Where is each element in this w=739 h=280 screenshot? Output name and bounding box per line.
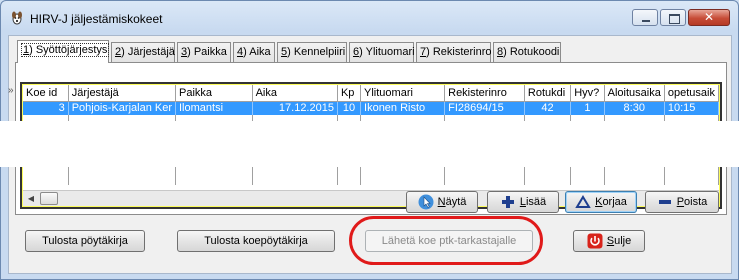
tulosta-poytakirja-label: Tulosta pöytäkirja <box>42 235 128 247</box>
korjaa-label: Korjaa <box>595 196 627 208</box>
col-header[interactable]: Rekisterinro <box>444 85 525 102</box>
label-rest: ulje <box>614 235 632 247</box>
col-header[interactable]: Paikka <box>175 85 253 102</box>
label-rest: isää <box>525 196 547 208</box>
triangle-icon <box>575 194 591 210</box>
tab-label: ) Rotukoodi <box>503 46 560 58</box>
tab-label: ) Paikka <box>187 46 227 58</box>
sulje-button[interactable]: Sulje <box>573 230 645 252</box>
cell-koe-id: 3 <box>23 101 69 115</box>
col-header[interactable]: Hyv? <box>570 85 605 102</box>
scroll-thumb[interactable] <box>40 192 58 205</box>
nayta-button[interactable]: Näytä <box>406 191 478 213</box>
col-header[interactable]: Koe id <box>23 85 69 102</box>
poista-button[interactable]: Poista <box>645 191 719 213</box>
cursor-icon <box>418 194 434 210</box>
tab-ylituomari[interactable]: 6) Ylituomari <box>349 42 415 62</box>
tab-syottojarjestys[interactable]: 1) Syöttöjärjestys <box>17 40 110 63</box>
close-icon: ✕ <box>703 10 715 24</box>
poista-label: Poista <box>677 196 708 208</box>
tab-paikka[interactable]: 3) Paikka <box>177 42 231 62</box>
tab-label: ) Aika <box>243 46 271 58</box>
hotkey: S <box>606 235 615 247</box>
tab-rotukoodi[interactable]: 8) Rotukoodi <box>493 42 561 62</box>
tab-jarjestaja[interactable]: 2) Järjestäjä <box>111 42 175 62</box>
minimize-icon <box>633 10 657 25</box>
tulosta-koepoytakirja-button[interactable]: Tulosta koepöytäkirja <box>177 230 335 252</box>
korjaa-button[interactable]: Korjaa <box>565 191 637 213</box>
cell-opetusaika: 10:15 <box>664 101 719 115</box>
tab-label: ) Kennelpiiri <box>287 46 346 58</box>
minimize-button[interactable] <box>632 9 658 26</box>
tab-label: ) Syöttöjärjestys <box>29 44 108 56</box>
cell-kp: 10 <box>337 101 362 115</box>
app-dog-icon <box>12 11 22 25</box>
col-header[interactable]: Aika <box>252 85 338 102</box>
cell-ylituomari: Ikonen Risto <box>360 101 446 115</box>
col-header[interactable]: Järjestäjä <box>68 85 177 102</box>
laheta-koe-button[interactable]: Lähetä koe ptk-tarkastajalle <box>365 230 533 252</box>
caption-buttons: ✕ <box>632 9 730 26</box>
lisaa-button[interactable]: Lisää <box>487 191 559 213</box>
cell-aloitusaika: 8:30 <box>604 101 665 115</box>
power-icon <box>587 233 603 249</box>
cell-paikka: Ilomantsi <box>175 101 253 115</box>
cell-hyv: 1 <box>570 101 605 115</box>
cell-aika: 17.12.2015 <box>252 101 338 115</box>
label-rest: oista <box>684 196 708 208</box>
col-header[interactable]: Ylituomari <box>360 85 446 102</box>
col-header[interactable]: Kp <box>337 85 362 102</box>
cell-rekisterinro: FI28694/15 <box>444 101 525 115</box>
lisaa-label: Lisää <box>520 196 546 208</box>
tab-kennelpiiri[interactable]: 5) Kennelpiiri <box>277 42 347 62</box>
col-header[interactable]: Rotukdi <box>524 85 572 102</box>
minus-icon <box>657 194 673 210</box>
tab-label: ) Rekisterinro <box>426 46 492 58</box>
maximize-icon <box>661 10 685 25</box>
label-rest: äytä <box>445 196 467 208</box>
title-bar[interactable]: HIRV-J jäljestämiskokeet ✕ <box>1 1 738 35</box>
hotkey: P <box>676 196 685 208</box>
grid-header-row: Koe id Järjestäjä Paikka Aika Kp Ylituom… <box>23 85 719 102</box>
tab-label: ) Järjestäjä <box>121 46 175 58</box>
row-indicator-icon: » <box>8 85 14 96</box>
scroll-left-icon[interactable]: ◀ <box>23 191 39 206</box>
redaction-band <box>0 121 739 167</box>
table-row[interactable]: 3 Pohjois-Karjalan Ker Ilomantsi 17.12.2… <box>23 101 719 115</box>
tulosta-koepoytakirja-label: Tulosta koepöytäkirja <box>204 235 308 247</box>
cell-rotukdi: 42 <box>524 101 572 115</box>
hotkey: N <box>437 196 446 208</box>
tab-label: ) Ylituomari <box>359 46 415 58</box>
empty-row <box>23 171 719 185</box>
tulosta-poytakirja-button[interactable]: Tulosta pöytäkirja <box>25 230 145 252</box>
close-button[interactable]: ✕ <box>688 9 730 26</box>
label-rest: orjaa <box>602 196 627 208</box>
col-header[interactable]: opetusaik <box>664 85 719 102</box>
tab-rekisterinro[interactable]: 7) Rekisterinro <box>416 42 492 62</box>
nayta-label: Näytä <box>438 196 467 208</box>
plus-icon <box>500 194 516 210</box>
maximize-button[interactable] <box>660 9 686 26</box>
window-title: HIRV-J jäljestämiskokeet <box>30 12 163 26</box>
tab-aika[interactable]: 4) Aika <box>233 42 275 62</box>
cell-jarjestaja: Pohjois-Karjalan Ker <box>68 101 177 115</box>
col-header[interactable]: Aloitusaika <box>604 85 665 102</box>
laheta-koe-label: Lähetä koe ptk-tarkastajalle <box>381 235 517 247</box>
sulje-label: Sulje <box>607 235 631 247</box>
